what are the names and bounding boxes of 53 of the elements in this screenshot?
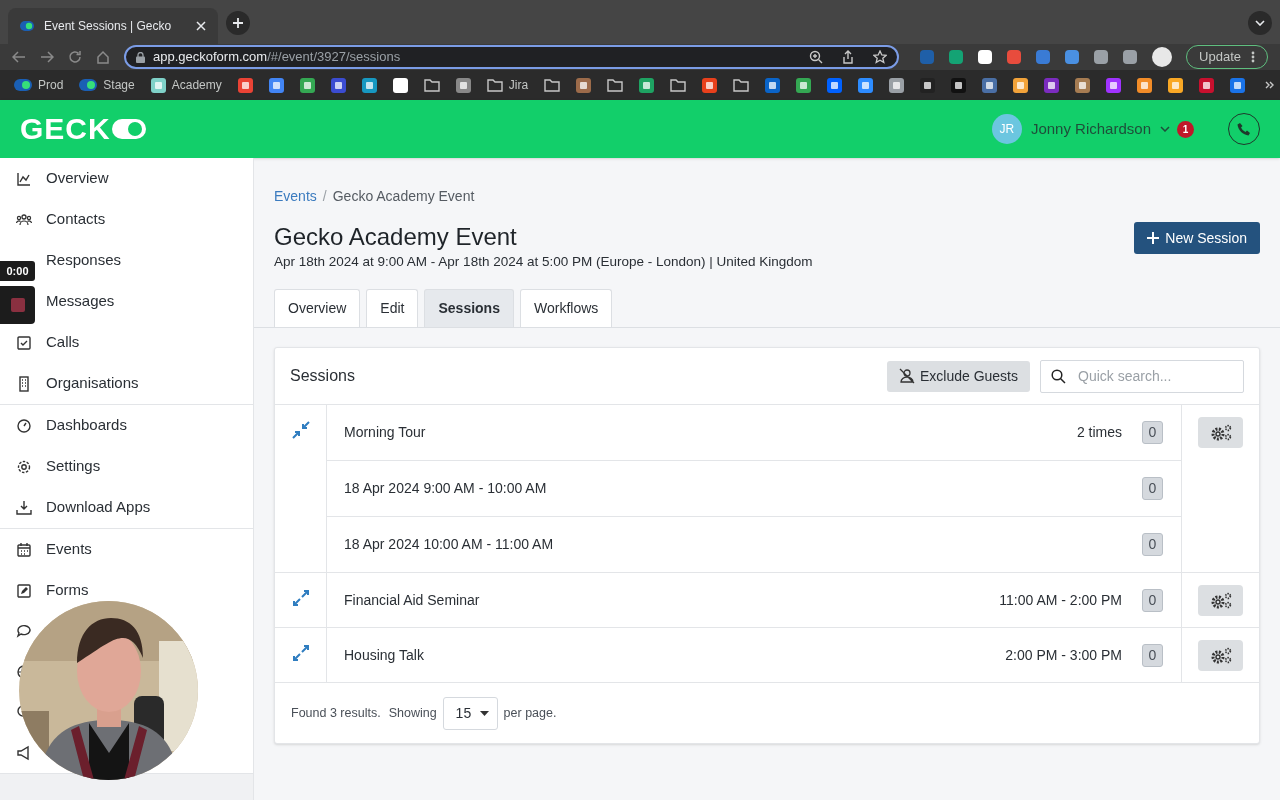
sidebar-item[interactable]: Download Apps (46, 496, 151, 519)
sidebar-item[interactable]: Events (46, 538, 92, 561)
sidebar-item[interactable]: Forms (46, 579, 89, 602)
bookmark[interactable]: Stage (75, 73, 139, 97)
exclude-guests-button[interactable]: Exclude Guests (886, 360, 1030, 392)
new-session-button[interactable]: New Session (1134, 222, 1260, 254)
notification-badge[interactable]: 1 (1177, 120, 1194, 138)
showing-label: Showing (388, 704, 437, 722)
recording-timer: 0:00 (0, 261, 35, 281)
user-avatar: JR (991, 114, 1022, 144)
card-title: Sessions (290, 366, 356, 387)
results-count: Found 3 results. (291, 704, 381, 722)
session-name: Housing Talk (344, 645, 425, 665)
occurrence-time: 18 Apr 2024 9:00 AM - 10:00 AM (344, 479, 548, 499)
sidebar-item[interactable]: Overview (46, 167, 109, 190)
session-name: Financial Aid Seminar (344, 590, 481, 610)
event-title: Gecko Academy Event (274, 223, 518, 251)
count-badge: 0 (1142, 588, 1163, 612)
tab[interactable]: Workflows (519, 289, 613, 328)
browser-tab[interactable]: Event Sessions | Gecko (8, 8, 218, 44)
sidebar-item[interactable]: Settings (46, 455, 101, 478)
tab[interactable]: Overview (274, 289, 361, 328)
tab[interactable]: Sessions (424, 289, 514, 328)
sidebar-item[interactable]: Contacts (46, 208, 106, 231)
count-badge: 0 (1142, 643, 1163, 667)
sidebar-item[interactable]: Messages (46, 290, 115, 313)
quick-search-field[interactable]: Quick search... (1040, 359, 1244, 393)
user-menu[interactable]: JR Jonny Richardson (991, 114, 1170, 144)
event-subtitle: Apr 18th 2024 at 9:00 AM - Apr 18th 2024 at 5:00 PM (Europe - London) | United Kingdom (274, 253, 814, 271)
session-time: 11:00 AM - 2:00 PM (999, 590, 1122, 610)
count-badge: 0 (1142, 421, 1163, 445)
breadcrumb-current: Gecko Academy Event (332, 187, 475, 206)
count-badge: 0 (1142, 533, 1163, 557)
logo: GECK (20, 114, 111, 144)
count-badge: 0 (1142, 477, 1163, 501)
sidebar-item[interactable]: Calls (46, 331, 80, 354)
bookmark[interactable]: Prod (10, 73, 68, 97)
per-page-select[interactable]: 15 (442, 696, 498, 730)
address-bar[interactable]: app.geckoform.com/#/event/3927/sessions (124, 45, 900, 69)
occurrence-time: 18 Apr 2024 10:00 AM - 11:00 AM (344, 535, 555, 555)
session-time: 2 times (1076, 423, 1122, 443)
session-time: 2:00 PM - 3:00 PM (1005, 645, 1122, 665)
url-text: app.geckoform.com/#/event/3927/sessions (153, 48, 402, 67)
sidebar-item[interactable]: Organisations (46, 372, 139, 395)
breadcrumb-link[interactable]: Events (274, 186, 317, 207)
bookmark[interactable]: Jira (482, 73, 533, 97)
session-name: Morning Tour (344, 423, 427, 443)
bookmark[interactable]: Academy (146, 73, 226, 97)
sidebar-item[interactable]: Dashboards (46, 414, 127, 437)
tab[interactable]: Edit (366, 289, 419, 328)
breadcrumb-separator: / (322, 187, 327, 206)
sidebar-item[interactable]: Responses (46, 249, 122, 272)
per-page-label: per page. (503, 704, 557, 722)
